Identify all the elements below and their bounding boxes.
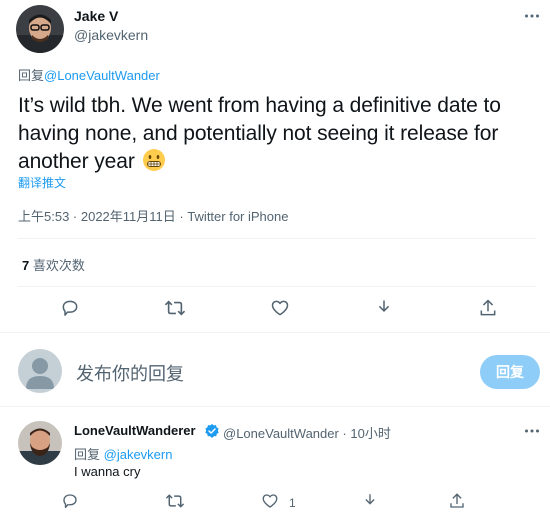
reply-like-count: 1 [289,496,296,510]
divider [18,238,536,239]
likes-label: 喜欢次数 [32,258,85,273]
reply-button[interactable]: 回复 [480,355,540,389]
replying-to: 回复@LoneVaultWander [18,65,160,84]
reply-author-avatar[interactable] [18,421,62,465]
bookmark-icon[interactable] [358,489,382,513]
divider [0,406,550,407]
translate-tweet-link[interactable]: 翻译推文 [18,174,66,191]
reply-replying-to: 回复 @jakevkern [74,444,172,463]
tweet-body: It’s wild tbh. We went from having a def… [18,94,501,173]
reply-text: I wanna cry [74,464,141,479]
author-handle[interactable]: @jakevkern [74,27,148,43]
like-icon[interactable] [268,296,292,320]
reply-compose-input[interactable]: 发布你的回复 [76,360,184,386]
retweet-icon[interactable] [163,296,187,320]
share-icon[interactable] [476,296,500,320]
tweet-timestamp[interactable]: 上午5:53 · 2022年11月11日 · Twitter for iPhon… [18,206,288,225]
default-avatar-icon [18,349,62,393]
likes-count: 7 [22,258,30,273]
like-icon[interactable] [258,489,282,513]
reply-prefix: 回复 [74,447,101,462]
reply-prefix: 回复 [18,68,45,83]
author-avatar[interactable] [16,5,64,53]
bookmark-icon[interactable] [372,296,396,320]
reply-to-handle-link[interactable]: @jakevkern [104,447,173,462]
reply-icon[interactable] [58,489,82,513]
likes-summary[interactable]: 7 喜欢次数 [22,255,85,274]
more-options-icon[interactable] [522,6,542,26]
reply-to-handle-link[interactable]: @LoneVaultWander [44,68,160,83]
retweet-icon[interactable] [163,489,187,513]
reply-author-name[interactable]: LoneVaultWanderer [74,423,196,438]
divider [18,286,536,287]
grimacing-face-emoji-icon [142,148,166,180]
more-options-icon[interactable] [522,421,542,441]
share-icon[interactable] [445,489,469,513]
reply-author-handle[interactable]: @LoneVaultWander · 10小时 [223,423,391,442]
tweet-text: It’s wild tbh. We went from having a def… [18,92,538,180]
verified-badge-icon [204,423,220,439]
author-name[interactable]: Jake V [74,8,118,24]
reply-icon[interactable] [58,296,82,320]
divider [0,332,550,333]
